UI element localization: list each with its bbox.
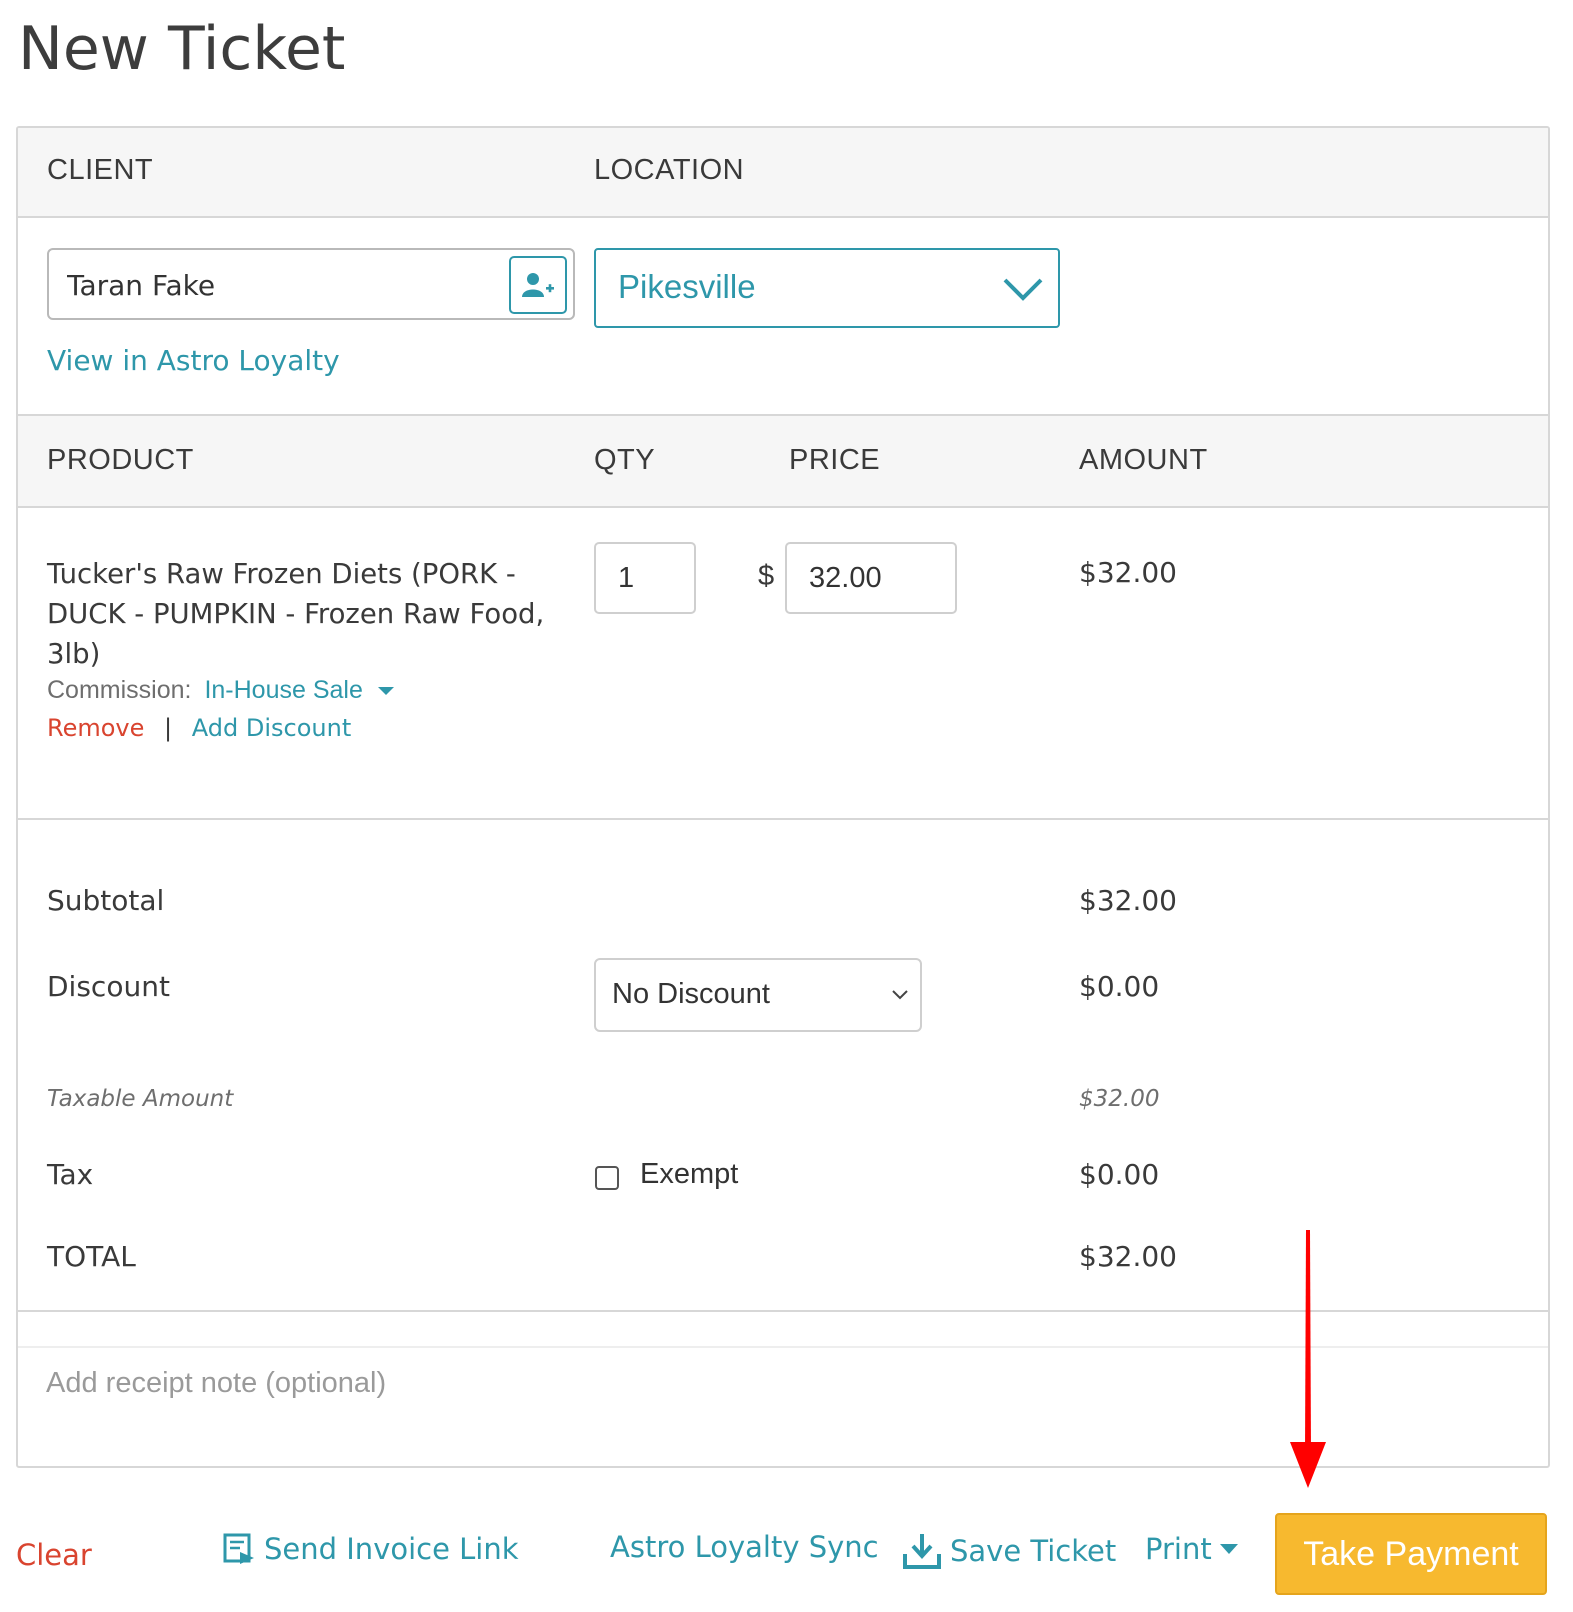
commission-dropdown[interactable]: In-House Sale [204, 676, 394, 704]
view-in-loyalty-link[interactable]: View in Astro Loyalty [47, 344, 340, 377]
remove-link[interactable]: Remove [47, 714, 144, 742]
line-amount: $32.00 [1079, 556, 1177, 589]
commission-row: Commission: In-House Sale [47, 676, 394, 705]
commission-label: Commission: [47, 676, 192, 704]
price-input[interactable] [785, 542, 957, 614]
subtotal-value: $32.00 [1079, 884, 1177, 917]
tax-exempt-checkbox[interactable] [595, 1166, 619, 1190]
commission-value: In-House Sale [204, 676, 363, 704]
discount-label: Discount [47, 970, 170, 1003]
product-name: Tucker's Raw Frozen Diets (PORK - DUCK -… [47, 558, 545, 670]
caret-down-icon [1219, 1544, 1238, 1554]
currency-symbol: $ [758, 560, 775, 592]
send-invoice-link-button[interactable]: Send Invoice Link [222, 1532, 519, 1566]
client-input[interactable] [65, 262, 489, 308]
location-value: Pikesville [618, 268, 756, 305]
client-field[interactable] [47, 248, 575, 320]
subtotal-label: Subtotal [47, 884, 165, 917]
discount-select-value: No Discount [612, 978, 770, 1010]
product-header: PRODUCT [47, 444, 194, 476]
page-title: New Ticket [18, 14, 346, 84]
download-icon [903, 1534, 941, 1569]
add-client-button[interactable] [509, 256, 567, 314]
invoice-icon [223, 1533, 254, 1564]
add-discount-link[interactable]: Add Discount [192, 714, 351, 742]
qty-input[interactable] [594, 542, 696, 614]
loyalty-sync-button[interactable]: Astro Loyalty Sync [610, 1530, 879, 1564]
annotation-arrow [1290, 1230, 1326, 1488]
location-select[interactable]: Pikesville [594, 248, 1060, 328]
discount-value: $0.00 [1079, 970, 1160, 1003]
take-payment-button[interactable]: Take Payment [1275, 1513, 1547, 1595]
location-header: LOCATION [594, 154, 745, 186]
client-header: CLIENT [47, 154, 154, 186]
take-payment-label: Take Payment [1303, 1534, 1519, 1573]
send-invoice-label: Send Invoice Link [264, 1532, 519, 1566]
line-actions: Remove | Add Discount [47, 714, 351, 742]
taxable-amount-value: $32.00 [1079, 1086, 1160, 1112]
add-user-icon [522, 273, 554, 297]
chevron-down-icon [892, 990, 908, 1000]
total-value: $32.00 [1079, 1240, 1177, 1273]
price-header: PRICE [789, 444, 881, 476]
discount-select[interactable]: No Discount [594, 958, 922, 1032]
taxable-amount-label: Taxable Amount [47, 1086, 234, 1112]
save-ticket-button[interactable]: Save Ticket [902, 1532, 1116, 1570]
qty-header: QTY [594, 444, 656, 476]
save-ticket-label: Save Ticket [950, 1534, 1117, 1568]
print-label: Print [1145, 1532, 1212, 1566]
caret-down-icon [377, 687, 394, 696]
divider [18, 818, 1548, 820]
client-header-band: CLIENT LOCATION [18, 128, 1548, 218]
clear-button[interactable]: Clear [16, 1538, 92, 1572]
print-dropdown[interactable]: Print [1145, 1532, 1238, 1566]
product-header-band: PRODUCT QTY PRICE AMOUNT [18, 416, 1548, 508]
tax-label: Tax [47, 1158, 94, 1191]
exempt-label: Exempt [640, 1158, 739, 1190]
action-separator: | [164, 714, 173, 742]
amount-header: AMOUNT [1079, 444, 1208, 476]
chevron-down-icon [1003, 278, 1043, 301]
total-label: TOTAL [47, 1240, 136, 1273]
tax-value: $0.00 [1079, 1158, 1160, 1191]
